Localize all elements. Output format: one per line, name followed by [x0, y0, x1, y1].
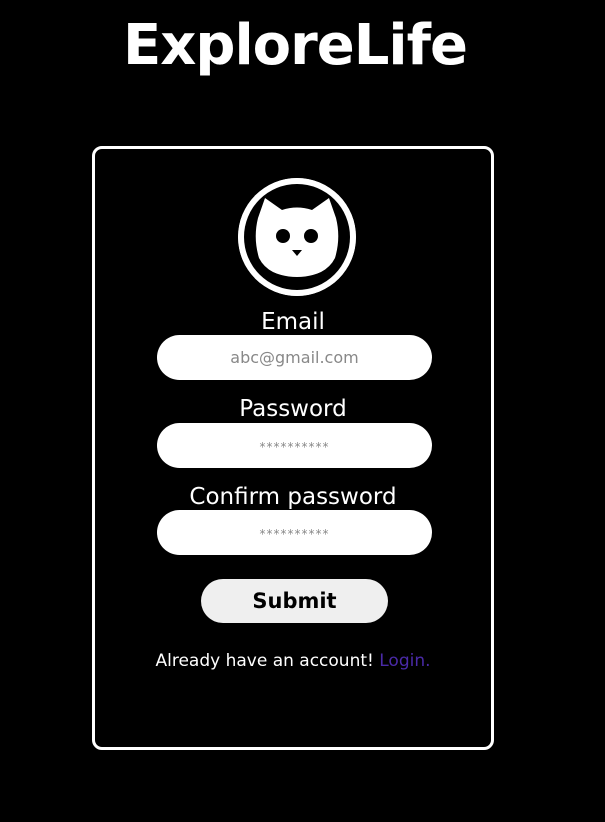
- brand-title: ExploreLife: [123, 13, 468, 78]
- confirm-password-label: Confirm password: [189, 484, 397, 510]
- cat-icon: [238, 178, 356, 296]
- signup-card: Email Password Confirm password Submit A…: [92, 146, 494, 750]
- password-field[interactable]: [157, 423, 432, 468]
- password-label: Password: [239, 396, 347, 422]
- login-link[interactable]: Login.: [379, 651, 430, 671]
- login-prompt: Already have an account! Login.: [95, 649, 491, 673]
- login-prompt-text: Already have an account!: [155, 651, 374, 671]
- email-field[interactable]: [157, 335, 432, 380]
- confirm-password-field[interactable]: [157, 510, 432, 555]
- email-label: Email: [261, 309, 325, 335]
- submit-button[interactable]: Submit: [201, 579, 388, 623]
